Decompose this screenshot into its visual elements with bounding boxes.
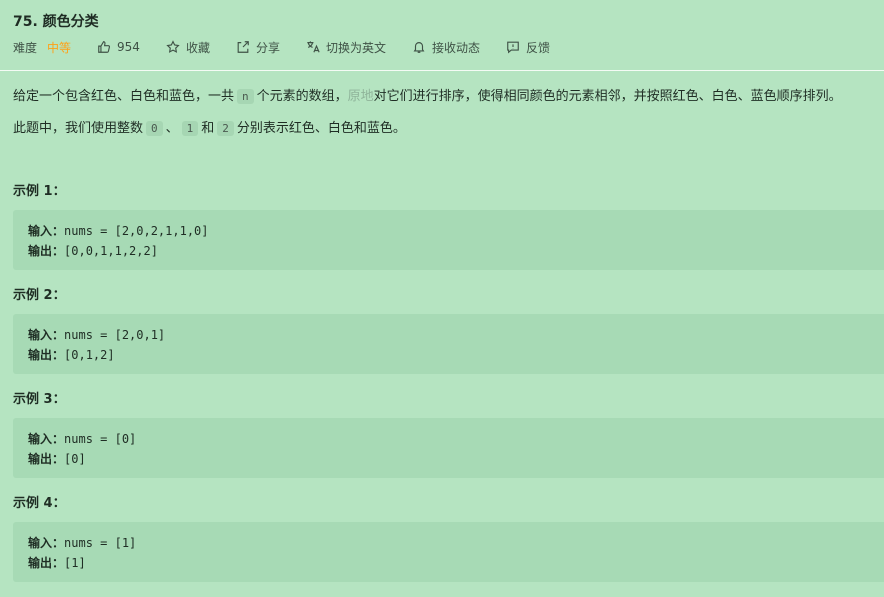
example-output-line: 输出：[1] xyxy=(28,554,86,571)
like-count: 954 xyxy=(117,40,140,54)
input-value: nums = [2,0,2,1,1,0] xyxy=(64,224,209,238)
output-label: 输出： xyxy=(28,556,65,570)
bell-icon xyxy=(413,42,425,53)
inline-code-1: 1 xyxy=(181,121,199,136)
star-icon xyxy=(166,40,180,53)
input-label: 输入： xyxy=(28,536,65,550)
input-label: 输入： xyxy=(28,328,65,342)
description-text: 此题中，我们使用整数 xyxy=(13,121,144,136)
favorite-button[interactable]: 收藏 xyxy=(166,39,210,56)
example-1-code-block: 输入：nums = [2,0,2,1,1,0] 输出：[0,0,1,1,2,2] xyxy=(13,210,884,270)
example-3-title: 示例 3： xyxy=(13,392,66,407)
inline-code-2: 2 xyxy=(217,121,234,136)
input-value: nums = [2,0,1] xyxy=(64,328,166,342)
example-4-code-block: 输入：nums = [1] 输出：[1] xyxy=(13,522,884,582)
example-4-title: 示例 4： xyxy=(13,496,66,511)
like-button[interactable]: 954 xyxy=(97,40,140,54)
example-2-title: 示例 2： xyxy=(13,288,66,303)
inline-code-n: n xyxy=(237,89,254,104)
description-text: 个元素的数组， xyxy=(256,89,348,104)
description-text: 给定一个包含红色、白色和蓝色，一共 xyxy=(13,89,235,104)
example-3-code-block: 输入：nums = [0] 输出：[0] xyxy=(13,418,884,478)
description-text: 和 xyxy=(201,121,215,136)
description-paragraph-2: 此题中，我们使用整数 0、 1 和 2 分别表示红色、白色和蓝色。 xyxy=(13,117,406,136)
in-place-link[interactable]: 原地 xyxy=(348,89,374,104)
example-input-line: 输入：nums = [0] xyxy=(28,430,136,447)
description-paragraph-1: 给定一个包含红色、白色和蓝色，一共 n 个元素的数组，原地对它们进行排序，使得相同颜… xyxy=(13,85,842,104)
example-2-code-block: 输入：nums = [2,0,1] 输出：[0,1,2] xyxy=(13,314,884,374)
example-input-line: 输入：nums = [1] xyxy=(28,534,136,551)
difficulty-badge: 中等 xyxy=(47,40,72,55)
description-text: 分别表示红色、白色和蓝色。 xyxy=(236,121,406,136)
output-value: [1] xyxy=(64,556,86,570)
subscribe-button[interactable]: 接收动态 xyxy=(412,39,480,56)
difficulty-label: 难度 xyxy=(13,40,38,55)
feedback-label: 反馈 xyxy=(526,40,551,55)
header-divider xyxy=(0,70,884,71)
feedback-button[interactable]: 反馈 xyxy=(506,39,550,56)
input-value: nums = [0] xyxy=(64,432,137,446)
input-value: nums = [1] xyxy=(64,536,137,550)
subscribe-label: 接收动态 xyxy=(431,40,480,55)
example-1-title: 示例 1： xyxy=(13,184,66,199)
translate-icon xyxy=(307,41,320,53)
inline-code-0: 0 xyxy=(146,121,163,136)
problem-title: 75. 颜色分类 xyxy=(13,14,99,30)
output-value: [0,0,1,1,2,2] xyxy=(64,244,158,258)
problem-meta-bar: 难度 中等 954 收藏 分享 切换为英文 接收动态 反馈 xyxy=(13,38,576,56)
example-output-line: 输出：[0] xyxy=(28,450,86,467)
output-label: 输出： xyxy=(28,244,65,258)
favorite-label: 收藏 xyxy=(185,40,210,55)
switch-language-button[interactable]: 切换为英文 xyxy=(306,39,386,56)
thumbs-up-icon xyxy=(98,41,111,53)
example-output-line: 输出：[0,0,1,1,2,2] xyxy=(28,242,158,259)
input-label: 输入： xyxy=(28,224,65,238)
share-icon xyxy=(237,41,249,53)
share-label: 分享 xyxy=(255,40,280,55)
output-value: [0] xyxy=(64,452,86,466)
example-output-line: 输出：[0,1,2] xyxy=(28,346,115,363)
input-label: 输入： xyxy=(28,432,65,446)
feedback-icon xyxy=(507,41,519,54)
switch-language-label: 切换为英文 xyxy=(325,40,386,55)
description-text: 对它们进行排序，使得相同颜色的元素相邻，并按照红色、白色、蓝色顺序排列。 xyxy=(373,89,842,104)
share-button[interactable]: 分享 xyxy=(236,39,280,56)
example-input-line: 输入：nums = [2,0,2,1,1,0] xyxy=(28,222,209,239)
description-text: 、 xyxy=(165,121,179,136)
output-label: 输出： xyxy=(28,452,65,466)
output-label: 输出： xyxy=(28,348,65,362)
output-value: [0,1,2] xyxy=(64,348,115,362)
example-input-line: 输入：nums = [2,0,1] xyxy=(28,326,165,343)
